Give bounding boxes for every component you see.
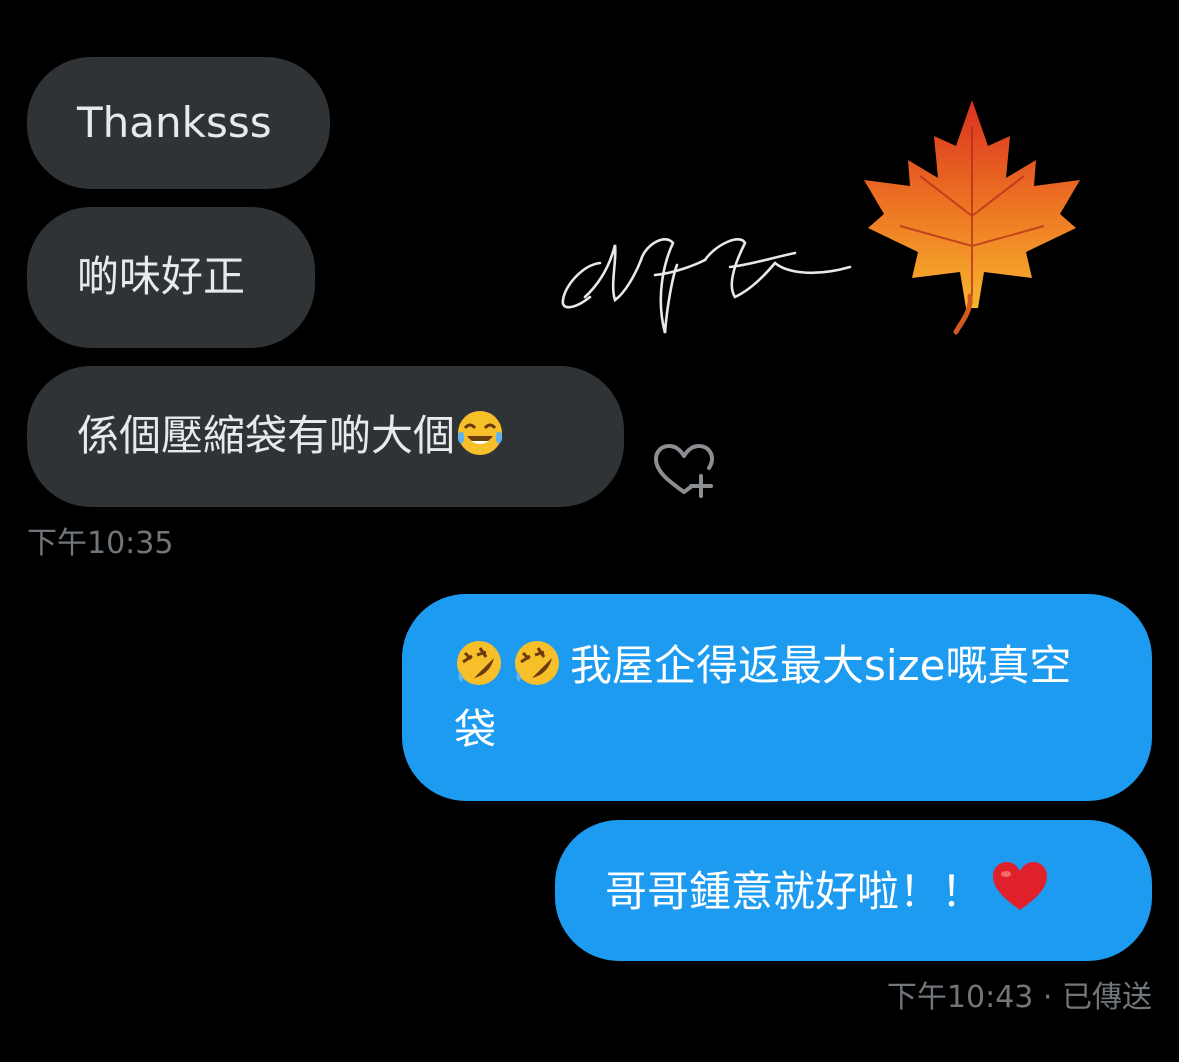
message-timestamp-sent-status: 下午10:43 · 已傳送 [886,980,1152,1015]
message-bubble-received[interactable]: 啲味好正 [27,207,315,348]
rolling-laughing-emoji-icon [457,641,501,685]
message-text: 啲味好正 [77,252,246,301]
message-bubble-received[interactable]: 係個壓縮袋有啲大個 [27,366,624,507]
add-reaction-heart-icon[interactable] [652,442,716,498]
message-text: Thanksss [77,98,272,147]
message-bubble-sent[interactable]: 哥哥鍾意就好啦！！ [555,820,1152,961]
signature-watermark [561,238,852,334]
message-bubble-sent[interactable]: 我屋企得返最大size嘅真空袋 [402,594,1152,801]
red-heart-emoji-icon [993,862,1048,910]
message-text: 係個壓縮袋有啲大個 [77,411,456,460]
message-text: 哥哥鍾意就好啦！！ [605,867,984,916]
maple-leaf-icon [864,100,1080,335]
message-timestamp: 下午10:35 [27,526,174,561]
message-bubble-received[interactable]: Thanksss [27,57,330,189]
tears-of-joy-emoji-icon [457,411,503,455]
rolling-laughing-emoji-icon [515,641,559,685]
